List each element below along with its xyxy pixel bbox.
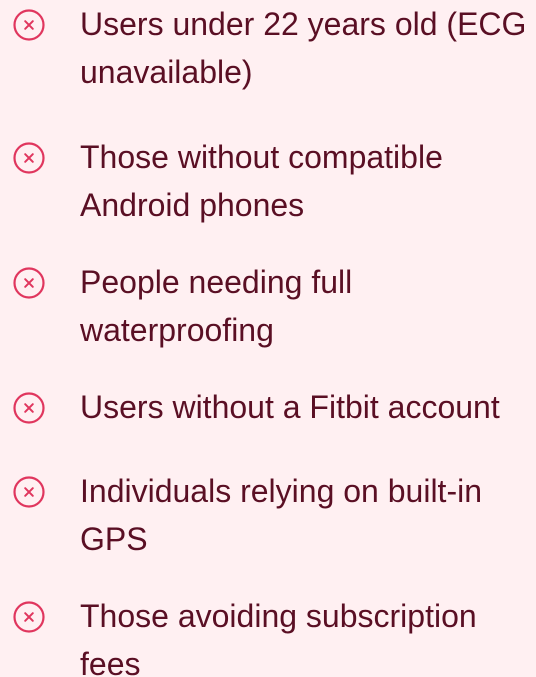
exclusions-list: Users under 22 years old (ECG unavailabl… [0, 0, 536, 677]
list-item-label: Those avoiding subscription fees [80, 598, 477, 677]
circle-x-icon [13, 267, 45, 299]
circle-x-icon [13, 9, 45, 41]
list-item-label: People needing full waterproofing [80, 264, 353, 348]
list-item-label: Users without a Fitbit account [80, 389, 500, 425]
circle-x-icon [13, 392, 45, 424]
list-item-label: Users under 22 years old (ECG unavailabl… [80, 6, 527, 90]
circle-x-icon [13, 601, 45, 633]
list-item-label: Those without compatible Android phones [80, 139, 443, 223]
circle-x-icon [13, 142, 45, 174]
list-item-label: Individuals relying on built-in GPS [80, 473, 482, 557]
circle-x-icon [13, 476, 45, 508]
